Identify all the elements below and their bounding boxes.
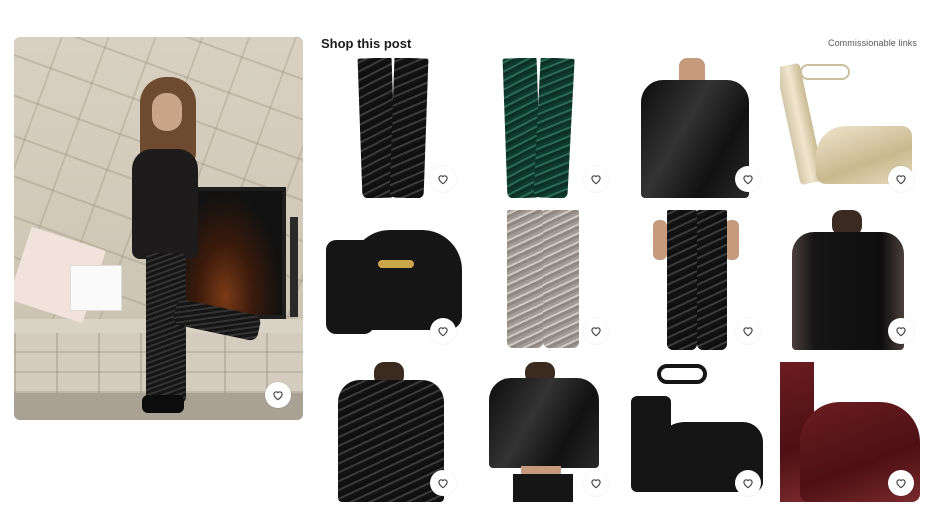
product-image: [513, 474, 573, 502]
heart-outline-icon: [896, 327, 906, 337]
product-image: [725, 220, 739, 260]
product-tile-black-mary-jane-platform[interactable]: [322, 210, 462, 350]
product-image: [389, 58, 429, 198]
model-pants: [146, 253, 186, 403]
favorite-button[interactable]: [430, 166, 456, 192]
heart-outline-icon: [591, 479, 601, 489]
heart-outline-icon: [438, 479, 448, 489]
product-image: [800, 64, 850, 80]
product-image: [667, 210, 697, 350]
favorite-button[interactable]: [430, 318, 456, 344]
product-image: [507, 210, 543, 348]
favorite-button[interactable]: [888, 318, 914, 344]
product-tile-gold-platform-sandal[interactable]: [780, 58, 920, 198]
product-tile-black-satin-blouse[interactable]: [627, 58, 767, 198]
product-image: [697, 210, 727, 350]
favorite-button[interactable]: [735, 470, 761, 496]
product-image: [350, 230, 462, 330]
product-image: [378, 260, 414, 268]
heart-outline-icon: [743, 479, 753, 489]
favorite-button[interactable]: [888, 166, 914, 192]
model-boot: [142, 395, 184, 413]
product-tile-black-ankle-strap-platform[interactable]: [627, 362, 767, 502]
hero-outfit-photo[interactable]: [14, 37, 303, 420]
heart-outline-icon: [273, 391, 283, 401]
heart-outline-icon: [438, 175, 448, 185]
model-face: [152, 93, 182, 131]
product-tile-silver-sequin-cropped-pants[interactable]: [475, 210, 615, 350]
product-tile-green-sequin-flare-pants[interactable]: [475, 58, 615, 198]
product-tile-sheer-black-blouse[interactable]: [780, 210, 920, 350]
product-image: [641, 80, 749, 198]
favorite-button[interactable]: [888, 470, 914, 496]
favorite-button[interactable]: [583, 318, 609, 344]
commissionable-links-note[interactable]: Commissionable links: [828, 38, 917, 48]
product-image: [543, 210, 579, 348]
favorite-button[interactable]: [735, 166, 761, 192]
hero-favorite-button[interactable]: [265, 382, 291, 408]
model-figure: [102, 77, 262, 417]
heart-outline-icon: [743, 175, 753, 185]
heart-outline-icon: [591, 327, 601, 337]
heart-outline-icon: [896, 479, 906, 489]
model-top: [132, 149, 198, 259]
white-bag: [70, 265, 122, 311]
product-image: [533, 58, 575, 198]
product-image: [489, 378, 599, 468]
product-tile-black-sequin-leggings[interactable]: [627, 210, 767, 350]
product-grid: [320, 58, 920, 507]
product-tile-black-sequin-shirt[interactable]: [322, 362, 462, 502]
heart-outline-icon: [743, 327, 753, 337]
product-image: [657, 364, 707, 384]
favorite-button[interactable]: [583, 470, 609, 496]
product-image: [338, 380, 444, 502]
favorite-button[interactable]: [735, 318, 761, 344]
product-tile-black-sequin-flare-pants[interactable]: [322, 58, 462, 198]
product-tile-burgundy-patent-platform[interactable]: [780, 362, 920, 502]
heart-outline-icon: [896, 175, 906, 185]
product-image: [653, 220, 667, 260]
heart-outline-icon: [438, 327, 448, 337]
favorite-button[interactable]: [583, 166, 609, 192]
fireplace-tools: [290, 217, 298, 317]
favorite-button[interactable]: [430, 470, 456, 496]
product-tile-black-satin-shirt-set[interactable]: [475, 362, 615, 502]
section-title: Shop this post: [321, 36, 412, 51]
heart-outline-icon: [591, 175, 601, 185]
